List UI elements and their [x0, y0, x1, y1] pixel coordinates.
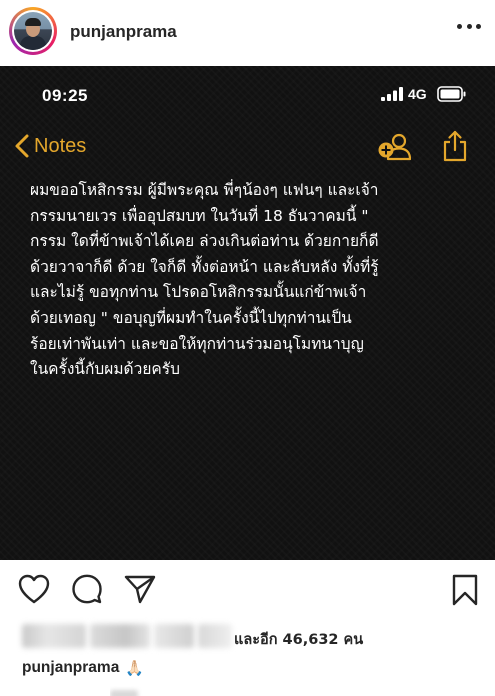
- comment-icon[interactable]: [72, 574, 102, 604]
- back-label: Notes: [34, 134, 87, 157]
- note-line: ในครั้งนี้กับผมด้วยครับ: [30, 360, 180, 379]
- blurred-liker-avatars: [22, 624, 86, 648]
- send-icon[interactable]: [124, 574, 156, 604]
- note-line: และไม่รู้ ขอทุกท่าน โปรดอโหสิกรรมนั้นแก่…: [30, 283, 367, 302]
- note-body: ผมขออโหสิกรรม ผู้มีพระคุณ พี่ๆน้องๆ แฟนๆ…: [30, 178, 470, 383]
- avatar-photo: [14, 12, 52, 50]
- battery-icon: [437, 86, 466, 102]
- post-action-bar: [0, 560, 495, 618]
- likes-row: และอีก 46,632 คน: [0, 620, 495, 650]
- status-time: 09:25: [42, 86, 88, 105]
- note-line: กรรมนายเวร เพื่ออุปสมบท ในวันที่ 18 ธันว…: [30, 206, 369, 225]
- notes-back-button[interactable]: Notes: [14, 132, 86, 160]
- prayer-hands-emoji: 🙏🏻: [125, 660, 145, 677]
- caption: punjanprama 🙏🏻: [22, 654, 144, 682]
- likes-count[interactable]: และอีก 46,632 คน: [234, 628, 363, 651]
- note-line: ด้วยวาจาก็ดี ด้วย ใจก็ดี ทั้งต่อหน้า และ…: [30, 257, 379, 276]
- share-icon[interactable]: [442, 130, 468, 162]
- avatar[interactable]: [9, 7, 57, 55]
- post-header: punjanprama: [0, 0, 495, 66]
- bookmark-icon[interactable]: [452, 574, 478, 606]
- post-username[interactable]: punjanprama: [70, 22, 177, 42]
- blurred-liker-names: [90, 624, 150, 648]
- note-line: กรรม ใดที่ข้าพเจ้าได้เคย ล่วงเกินต่อท่าน…: [30, 232, 379, 251]
- network-label: 4G: [408, 86, 427, 102]
- note-line: ด้วยเทอญ " ขอบุญที่ผมทำในครั้งนี้ไปทุกท่…: [30, 308, 352, 327]
- add-person-icon[interactable]: [377, 132, 411, 162]
- heart-icon[interactable]: [18, 574, 50, 604]
- post-image: 09:25 4G Notes ผมขออโหสิกรรม ผู้มีพระคุณ…: [0, 66, 495, 560]
- more-horizontal-icon[interactable]: [457, 22, 481, 30]
- cut-off-comment: [110, 686, 170, 696]
- note-line: ร้อยเท่าพันเท่า และขอให้ทุกท่านร่วมอนุโม…: [30, 334, 364, 353]
- caption-username[interactable]: punjanprama: [22, 659, 119, 677]
- signal-bars-icon: [381, 87, 403, 101]
- note-line: ผมขออโหสิกรรม ผู้มีพระคุณ พี่ๆน้องๆ แฟนๆ…: [30, 181, 379, 199]
- chevron-left-icon: [15, 134, 29, 158]
